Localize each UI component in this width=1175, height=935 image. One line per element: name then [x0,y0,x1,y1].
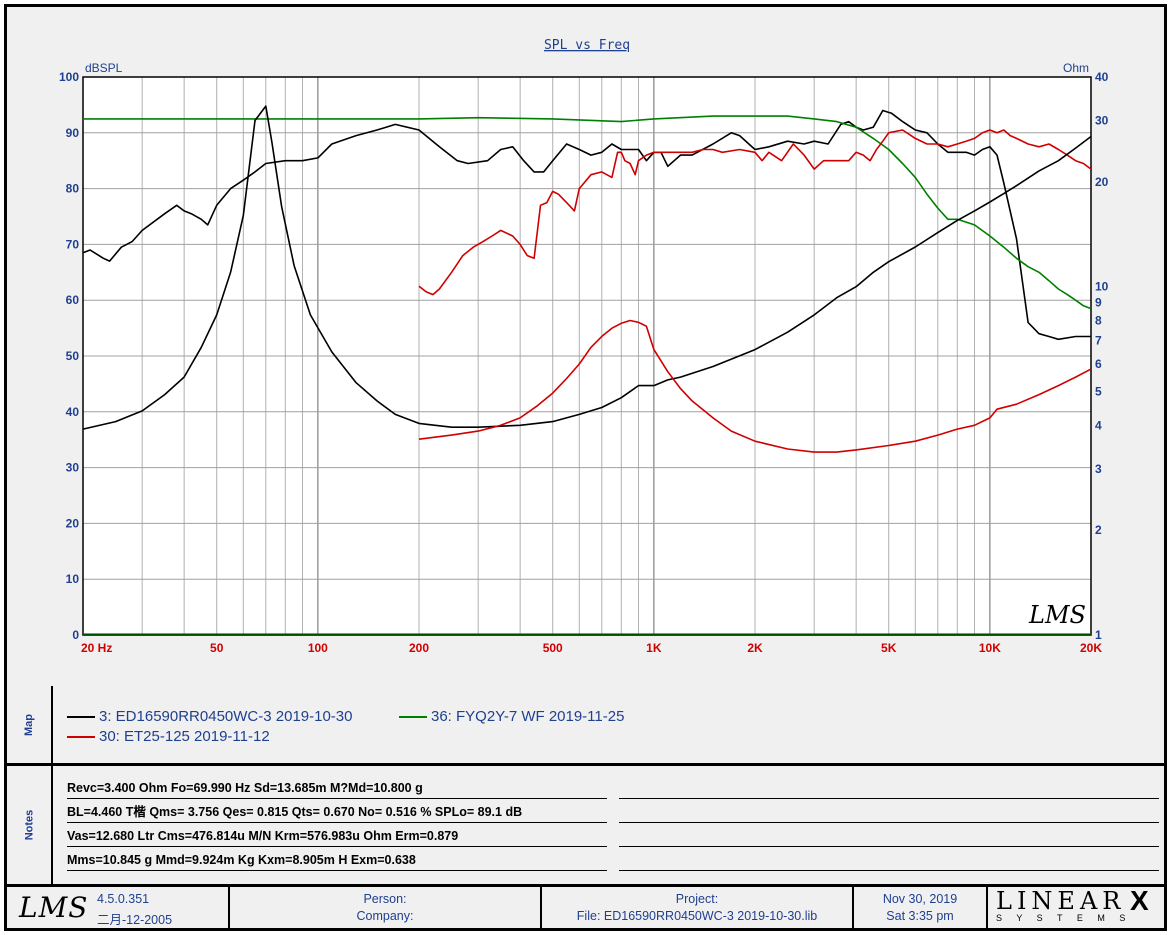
y-tick-label: 60 [66,293,80,307]
legend-label: 3: ED16590RR0450WC-3 2019-10-30 [99,708,353,725]
y-tick-label: 70 [66,237,80,251]
build-date-text: 二月-12-2005 [97,913,173,927]
time-text: Sat 3:35 pm [886,909,954,923]
spl-chart: SPL vs Freq dBSPL Ohm 0 10 20 30 40 50 60 70 80 90 10… [59,38,1109,655]
y-tick-label: 0 [72,628,79,642]
brand-sub: S Y S T E M S [996,913,1132,923]
map-tab-label: Map [23,713,35,736]
lms-watermark: LMS [1028,601,1086,629]
company-label: Company: [356,909,414,923]
y2-tick-label: 20 [1095,175,1109,189]
legend-item[interactable]: 30: ET25-125 2019-11-12 [67,728,270,745]
note-blank-line [619,826,1159,847]
y-tick-label: 10 [66,572,80,586]
footer-person-cell: Person: Company: [230,887,542,928]
plot-panel: SPL vs Freq dBSPL Ohm 0 10 20 30 40 50 60 70 80 90 10… [7,7,1164,689]
y2-tick-label: 2 [1095,523,1102,537]
y2-tick-label: 7 [1095,334,1102,348]
note-line: Mms=10.845 g Mmd=9.924m Kg Kxm=8.905m H … [67,850,607,871]
notes-tab[interactable]: Notes [7,766,53,884]
y-axis-label: dBSPL [85,61,123,75]
legend-label: 36: FYQ2Y-7 WF 2019-11-25 [431,708,625,725]
footer-version-cell: LMS 4.5.0.351 二月-12-2005 [7,887,230,928]
footer-date-cell: Nov 30, 2019 Sat 3:35 pm [854,887,988,928]
y2-tick-label: 5 [1095,385,1102,399]
file-label: File: ED16590RR0450WC-3 2019-10-30.lib [576,909,818,923]
legend-swatch [399,715,427,718]
linearx-logo: LINEAR X S Y S T E M S [988,885,1164,928]
project-label: Project: [675,892,719,906]
x-tick-label: 1K [646,641,662,655]
y-tick-label: 30 [66,461,80,475]
y-tick-label: 50 [66,349,80,363]
x-tick-label: 20K [1080,641,1102,655]
notes-panel: Notes Revc=3.400 Ohm Fo=69.990 Hz Sd=13.… [7,766,1164,887]
note-line: BL=4.460 T楷 Qms= 3.756 Qes= 0.815 Qts= 0… [67,802,607,823]
x-tick-label: 2K [747,641,763,655]
legend-item[interactable]: 3: ED16590RR0450WC-3 2019-10-30 [67,708,352,725]
y2-axis-label: Ohm [1063,61,1089,75]
brand-main: LINEAR [996,887,1126,915]
brand-x: X [1130,885,1149,916]
y2-tick-label: 4 [1095,418,1102,432]
y-tick-label: 40 [66,405,80,419]
chart-title: SPL vs Freq [544,38,630,53]
date-text: Nov 30, 2019 [882,892,958,906]
x-tick-label: 50 [210,641,224,655]
y2-tick-label: 10 [1095,280,1109,294]
x-tick-label: 5K [881,641,897,655]
y-tick-label: 100 [59,70,79,84]
y2-tick-label: 3 [1095,462,1102,476]
note-blank-line [619,802,1159,823]
footer-project-cell: Project: File: ED16590RR0450WC-3 2019-10… [542,887,854,928]
legend-swatch [67,715,95,718]
x-tick-label: 500 [543,641,563,655]
y2-tick-label: 8 [1095,313,1102,327]
y2-tick-label: 6 [1095,357,1102,371]
legend-label: 30: ET25-125 2019-11-12 [99,728,270,745]
legend-swatch [67,735,95,738]
legend-item[interactable]: 36: FYQ2Y-7 WF 2019-11-25 [399,708,624,725]
footer: LMS 4.5.0.351 二月-12-2005 Person: Company… [7,885,1164,928]
note-blank-line [619,778,1159,799]
y2-tick-label: 9 [1095,296,1102,310]
version-text: 4.5.0.351 [97,892,150,906]
lms-logo: LMS [19,891,89,924]
y2-tick-label: 30 [1095,114,1109,128]
y2-tick-label: 40 [1095,70,1109,84]
x-tick-label: 100 [308,641,328,655]
window-frame: SPL vs Freq dBSPL Ohm 0 10 20 30 40 50 60 70 80 90 10… [4,4,1167,931]
person-label: Person: [363,892,407,906]
x-tick-label: 200 [409,641,429,655]
notes-tab-label: Notes [23,809,35,841]
y-tick-label: 20 [66,516,80,530]
y-tick-label: 80 [66,182,80,196]
y2-tick-label: 1 [1095,628,1102,642]
map-tab[interactable]: Map [7,686,53,763]
y-tick-label: 90 [66,126,80,140]
note-line: Vas=12.680 Ltr Cms=476.814u M/N Krm=576.… [67,826,607,847]
x-tick-label: 10K [979,641,1001,655]
note-line: Revc=3.400 Ohm Fo=69.990 Hz Sd=13.685m M… [67,778,607,799]
note-blank-line [619,850,1159,871]
map-panel: Map 3: ED16590RR0450WC-3 2019-10-30 36: … [7,686,1164,766]
x-tick-label: 20 Hz [81,641,112,655]
